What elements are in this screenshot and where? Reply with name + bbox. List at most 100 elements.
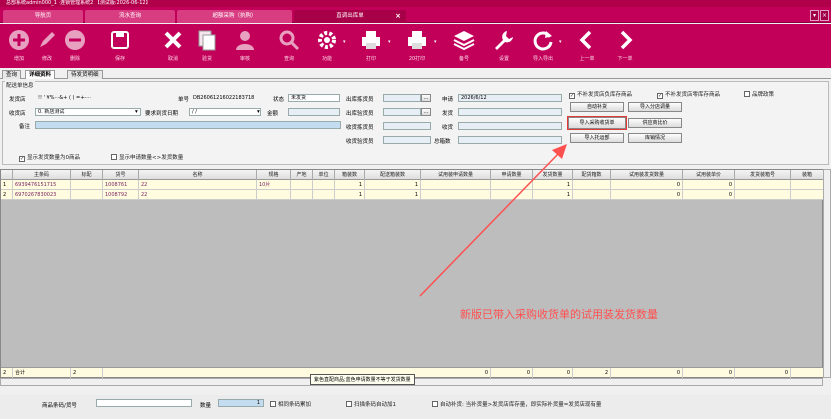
approve-button[interactable]: 审核 (232, 28, 258, 66)
tab-over-purchase[interactable]: 超额采购（执购） (177, 10, 292, 23)
table-row[interactable]: 2 6970267830023 1008792 22 1 1 1 0 0 (1, 190, 824, 200)
qty-input[interactable]: 1 (218, 399, 264, 407)
subtab-pending[interactable]: 待发货明细 (67, 70, 103, 79)
cell-trial-apply-qty[interactable] (421, 180, 491, 190)
cancel-button[interactable]: 取消 (160, 28, 186, 66)
col-header[interactable]: 装箱 (791, 170, 824, 180)
cell-spec[interactable]: 10片 (257, 180, 291, 190)
cell-spec[interactable] (257, 190, 291, 200)
ship-store-field[interactable]: !! ' ¥%···&+ ( ) =+-··· (35, 94, 143, 102)
cell-std[interactable] (71, 180, 103, 190)
cell-apply-qty[interactable] (491, 190, 533, 200)
cell-std[interactable] (71, 190, 103, 200)
edit-button[interactable]: 修改 (34, 28, 60, 66)
tab-navigation[interactable]: 导航页 (3, 10, 83, 23)
cell-item-no[interactable]: 1008792 (103, 190, 139, 200)
tab-dropdown-icon[interactable]: ▾ (810, 10, 819, 21)
cell-name[interactable]: 22 (139, 190, 257, 200)
cell-barcode[interactable]: 6939476151715 (13, 180, 71, 190)
recv-verify-field[interactable] (383, 136, 431, 144)
supplier-compare-button[interactable]: 供应商比价 (628, 118, 682, 128)
cell-trial-price[interactable]: 0 (683, 180, 735, 190)
cell-item-no[interactable]: 1008761 (103, 180, 139, 190)
import-export-dropdown-icon[interactable]: ▾ (559, 39, 562, 45)
items-grid[interactable]: 主条码 标配 货号 名称 规格 产地 单位 箱装数 配送箱装数 试用装申请数量 … (0, 169, 824, 378)
inspect-button[interactable]: 验货 (194, 28, 220, 66)
cell-apply-qty[interactable] (491, 180, 533, 190)
cell-ship-qty[interactable]: 1 (533, 180, 573, 190)
show-diff-qty-checkbox[interactable]: 显示申请数量<>发货数量 (111, 153, 183, 161)
out-picker-field[interactable] (383, 94, 421, 102)
col-header[interactable]: 试用装申请数量 (421, 170, 491, 180)
col-header[interactable]: 单位 (313, 170, 335, 180)
same-barcode-checkbox[interactable]: 相同条码累加 (270, 400, 311, 408)
auto-fill-checkbox[interactable]: 自动补货: 当补货量>发货店库存量，即实际补货量=发货店现有量 (432, 400, 601, 408)
no-zero-stock-checkbox[interactable]: ✓ 不补发货店零库存商品 (657, 90, 720, 99)
function-button[interactable]: 功能 (314, 28, 340, 66)
save-button[interactable]: 保存 (107, 28, 133, 66)
col-header[interactable]: 配货箱数 (573, 170, 611, 180)
query-button[interactable]: 查询 (276, 28, 302, 66)
date-dropdown-icon[interactable]: ▾ (257, 109, 260, 115)
out-verify-field[interactable] (383, 108, 421, 116)
print20-dropdown-icon[interactable]: ▾ (434, 39, 437, 45)
col-header[interactable]: 申请数量 (491, 170, 533, 180)
recv-picker-field[interactable] (383, 122, 431, 130)
col-header[interactable]: 发货装箱号 (735, 170, 791, 180)
col-header[interactable]: 试用装发货数量 (611, 170, 683, 180)
add-button[interactable]: 增加 (6, 28, 32, 66)
cell-dist-box-qty[interactable]: 1 (365, 190, 421, 200)
table-row[interactable]: 1 6939476151715 1008761 22 10片 1 1 1 0 0 (1, 180, 824, 190)
print20-button[interactable]: 20打印 (404, 28, 430, 66)
col-header[interactable]: 箱装数 (335, 170, 365, 180)
cell-box[interactable] (791, 190, 824, 200)
cell-trial-ship-qty[interactable]: 0 (611, 180, 683, 190)
cell-ship-box-no[interactable] (735, 190, 791, 200)
cell-dist-box-qty[interactable]: 1 (365, 180, 421, 190)
tab-flow-query[interactable]: 流水查询 (85, 10, 175, 23)
note-field[interactable] (35, 121, 341, 129)
cell-ship-box-no[interactable] (735, 180, 791, 190)
cell-trial-apply-qty[interactable] (421, 190, 491, 200)
out-picker-browse-button[interactable]: … (421, 94, 431, 102)
cell-box-qty[interactable]: 1 (335, 190, 365, 200)
col-header[interactable]: 发货数量 (533, 170, 573, 180)
import-branch-button[interactable]: 导入分店调量 (628, 102, 682, 112)
cell-origin[interactable] (291, 180, 313, 190)
print-dropdown-icon[interactable]: ▾ (388, 39, 391, 45)
cell-box-qty[interactable]: 1 (335, 180, 365, 190)
backup-button[interactable]: 备号 (451, 28, 477, 66)
import-consign-button[interactable]: 导入托运部 (570, 133, 624, 143)
window-close-icon[interactable]: × (820, 10, 829, 21)
col-header[interactable]: 标配 (71, 170, 103, 180)
show-zero-qty-checkbox[interactable]: ✓ 显示发货数量为0商品 (19, 153, 80, 162)
auto-fill-button[interactable]: 自动补货 (570, 102, 624, 112)
cell-unit[interactable] (313, 190, 335, 200)
cell-box[interactable] (791, 180, 824, 190)
col-header[interactable]: 配送箱装数 (365, 170, 421, 180)
col-header[interactable]: 货号 (103, 170, 139, 180)
cell-name[interactable]: 22 (139, 180, 257, 190)
print-button[interactable]: 打印 (358, 28, 384, 66)
arrival-date-field[interactable]: / / (189, 108, 261, 116)
delete-button[interactable]: 删除 (62, 28, 88, 66)
col-header[interactable]: 产地 (291, 170, 313, 180)
prev-order-button[interactable]: 上一单 (574, 28, 600, 66)
cell-trial-price[interactable]: 0 (683, 190, 735, 200)
scan-add-checkbox[interactable]: 扫描条码自动加1 (346, 400, 396, 408)
cell-trial-ship-qty[interactable]: 0 (611, 190, 683, 200)
out-verify-browse-button[interactable]: … (421, 108, 431, 116)
col-header[interactable]: 名称 (139, 170, 257, 180)
import-purchase-receipt-button[interactable]: 导入采购收货单 (567, 116, 627, 130)
chevron-down-icon[interactable]: ▾ (135, 109, 138, 115)
import-export-button[interactable]: 导入导出 (530, 28, 556, 66)
no-negative-stock-checkbox[interactable]: ✓ 不补发货店负库存商品 (569, 90, 632, 99)
function-dropdown-icon[interactable]: ▾ (343, 39, 346, 45)
col-header[interactable]: 主条码 (13, 170, 71, 180)
barcode-input[interactable] (96, 399, 192, 407)
subtab-query[interactable]: 查询 (2, 70, 22, 79)
col-header[interactable]: 规格 (257, 170, 291, 180)
cell-dist-boxes[interactable] (573, 190, 611, 200)
cell-barcode[interactable]: 6970267830023 (13, 190, 71, 200)
cell-unit[interactable] (313, 180, 335, 190)
